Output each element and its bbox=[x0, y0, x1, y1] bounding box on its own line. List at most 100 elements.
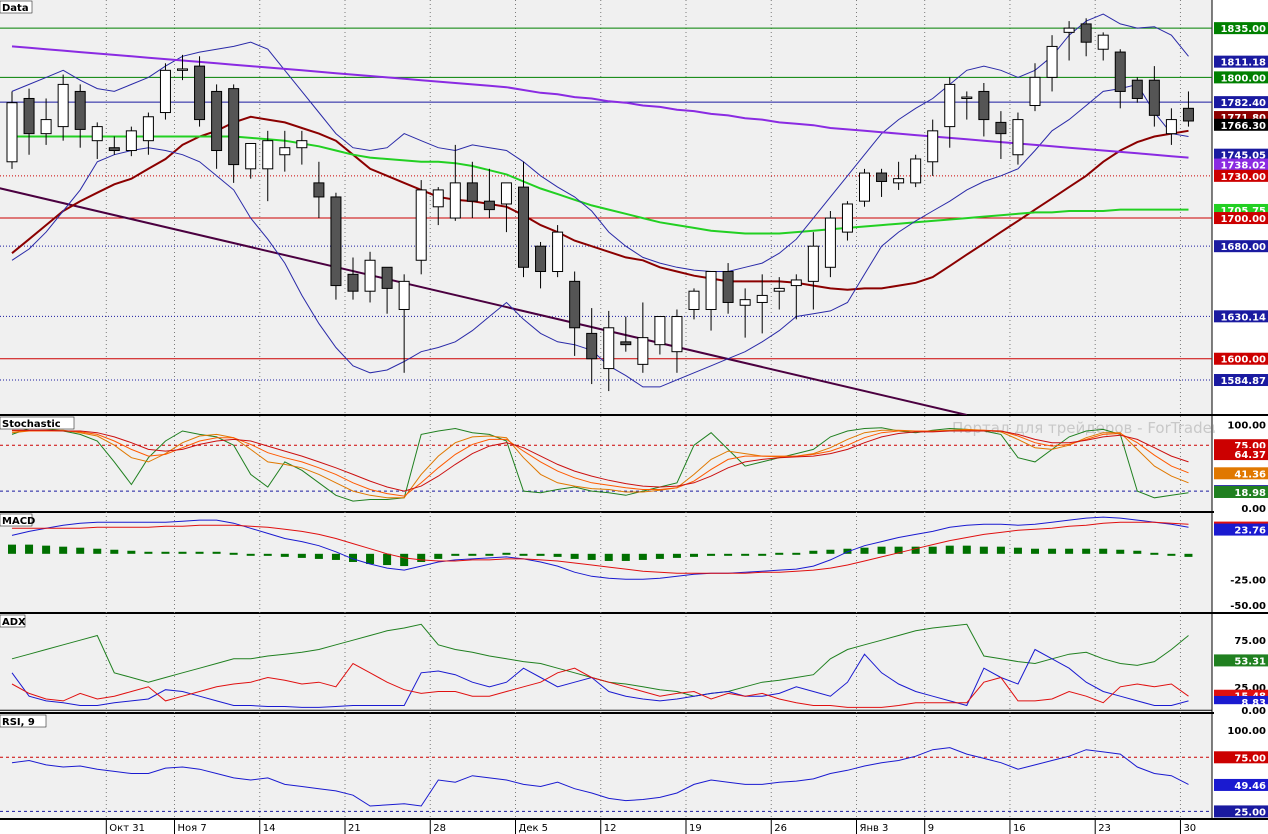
macd-histogram-bar bbox=[178, 551, 187, 554]
candle-body bbox=[535, 245, 547, 273]
candle-body bbox=[824, 217, 836, 268]
candle-body bbox=[552, 231, 564, 273]
x-axis-tick-label: 9 bbox=[928, 823, 934, 834]
panel-background bbox=[0, 513, 1212, 613]
macd-axis-label: -50.00 bbox=[1214, 598, 1268, 612]
price-axis-label: 1811.18 bbox=[1214, 55, 1268, 69]
candle-body bbox=[671, 316, 683, 353]
y-axis-label-text: 1600.00 bbox=[1220, 355, 1266, 366]
price-axis-label: 1600.00 bbox=[1214, 352, 1268, 366]
candle-body bbox=[466, 182, 478, 202]
watermark: Портал для трейдеров - ForTrader bbox=[952, 419, 1219, 437]
macd-histogram-bar bbox=[758, 553, 767, 556]
x-axis-tick-label: 30 bbox=[1183, 823, 1196, 834]
stochastic-axis-label: 0.00 bbox=[1214, 501, 1268, 515]
candle-body bbox=[23, 97, 35, 135]
candle-body bbox=[859, 172, 870, 202]
macd-histogram-bar bbox=[25, 544, 34, 554]
macd-histogram-bar bbox=[996, 546, 1005, 554]
y-axis-label-text: 1782.40 bbox=[1220, 98, 1266, 109]
x-axis-tick-label: 26 bbox=[774, 823, 787, 834]
macd-histogram-bar bbox=[161, 551, 170, 554]
macd-histogram-bar bbox=[1013, 547, 1022, 554]
macd-histogram-bar bbox=[144, 551, 153, 554]
macd-histogram-bar bbox=[707, 553, 716, 556]
candle bbox=[552, 225, 564, 278]
candle-body bbox=[876, 172, 888, 182]
candle-body bbox=[790, 279, 802, 287]
candle-body bbox=[483, 200, 495, 211]
candle-body bbox=[125, 130, 137, 152]
macd-histogram-bar bbox=[417, 553, 426, 562]
panel-title: Data bbox=[0, 0, 33, 14]
candle-body bbox=[944, 83, 956, 128]
macd-histogram-bar bbox=[826, 549, 835, 554]
x-axis-tick-label: Ноя 7 bbox=[178, 823, 207, 834]
y-axis-label-text: 1835.00 bbox=[1220, 24, 1266, 35]
candle-body bbox=[57, 83, 69, 128]
candle-body bbox=[518, 186, 529, 268]
y-axis-label-text: 1630.14 bbox=[1220, 312, 1266, 323]
price-axis-label: 1782.40 bbox=[1214, 96, 1268, 109]
panel-title-text: RSI, 9 bbox=[2, 717, 35, 728]
stochastic-axis-label: 64.37 bbox=[1214, 448, 1268, 461]
x-axis-tick-label: 19 bbox=[689, 823, 702, 834]
macd-histogram-bar bbox=[638, 553, 647, 560]
candle-body bbox=[961, 96, 973, 99]
macd-histogram-bar bbox=[655, 553, 664, 559]
price-axis-label: 1835.00 bbox=[1214, 22, 1268, 35]
price-axis-label: 1738.02 bbox=[1214, 158, 1268, 172]
candle-body bbox=[637, 337, 649, 365]
y-axis-label-text: 0.00 bbox=[1241, 706, 1266, 717]
macd-histogram-bar bbox=[1184, 553, 1193, 557]
macd-histogram-bar bbox=[1065, 548, 1074, 554]
y-axis-label-text: -50.00 bbox=[1230, 601, 1266, 612]
candle-body bbox=[688, 290, 700, 310]
macd-axis-label: 23.76 bbox=[1214, 523, 1268, 537]
macd-histogram-bar bbox=[775, 552, 784, 555]
y-axis-label-text: 1730.00 bbox=[1220, 172, 1266, 183]
y-axis-label-text: 18.98 bbox=[1234, 488, 1266, 499]
macd-histogram-bar bbox=[280, 553, 289, 557]
panel-background bbox=[0, 614, 1212, 713]
candle-body bbox=[142, 116, 154, 142]
macd-histogram-bar bbox=[741, 553, 750, 556]
stochastic-axis-label: 41.36 bbox=[1214, 467, 1268, 480]
candle-body bbox=[313, 182, 325, 198]
stochastic-axis-label: 18.98 bbox=[1214, 485, 1268, 499]
candle-body bbox=[654, 316, 666, 346]
macd-axis-label: -25.00 bbox=[1214, 573, 1268, 586]
price-axis-label: 1730.00 bbox=[1214, 169, 1268, 183]
candle-body bbox=[1097, 34, 1109, 50]
macd-histogram-bar bbox=[962, 545, 971, 554]
macd-histogram-bar bbox=[400, 553, 409, 567]
y-axis-label-text: 1811.18 bbox=[1220, 58, 1266, 69]
price-axis-label: 1700.00 bbox=[1214, 212, 1268, 225]
candle bbox=[6, 91, 18, 169]
macd-histogram-bar bbox=[724, 553, 733, 556]
candle-body bbox=[722, 271, 734, 303]
candle-body bbox=[279, 147, 291, 156]
macd-histogram-bar bbox=[792, 552, 801, 555]
macd-histogram-bar bbox=[263, 553, 272, 556]
x-axis-tick-label: 14 bbox=[263, 823, 276, 834]
candle bbox=[910, 154, 922, 188]
candle bbox=[330, 192, 342, 300]
candle-body bbox=[1012, 119, 1024, 156]
macd-histogram-bar bbox=[1150, 552, 1159, 555]
macd-histogram-bar bbox=[434, 553, 443, 559]
y-axis-label-text: 100.00 bbox=[1227, 726, 1266, 737]
macd-histogram-bar bbox=[297, 553, 306, 558]
x-axis-tick-label: Дек 5 bbox=[519, 823, 549, 834]
candle-body bbox=[603, 327, 615, 370]
adx-axis-label: 53.31 bbox=[1214, 654, 1268, 667]
x-axis-tick-label: 12 bbox=[604, 823, 617, 834]
candle-body bbox=[415, 189, 427, 261]
price-axis-label: 1630.14 bbox=[1214, 310, 1268, 323]
x-axis-tick-label: 16 bbox=[1013, 823, 1026, 834]
candle-body bbox=[6, 102, 18, 163]
candle-body bbox=[330, 196, 342, 287]
macd-histogram-bar bbox=[331, 553, 340, 560]
candle-body bbox=[1148, 79, 1160, 116]
candle-body bbox=[40, 119, 52, 135]
